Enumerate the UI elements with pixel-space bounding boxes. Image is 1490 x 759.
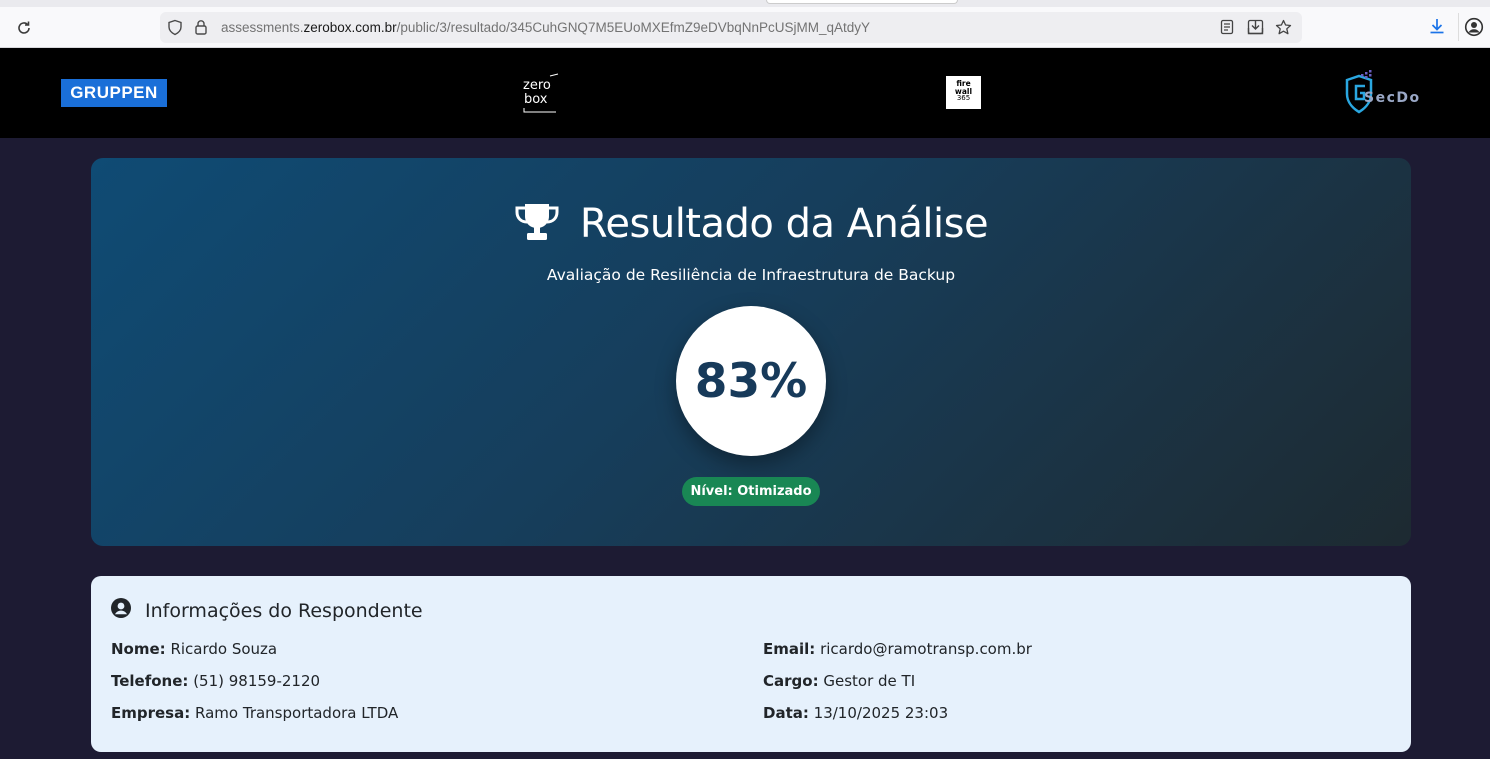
gruppen-logo[interactable]: GRUPPEN (61, 79, 167, 107)
url-path: /public/3/resultado/345CuhGNQ7M5EUoMXEfm… (396, 20, 871, 35)
role-label: Cargo: (763, 672, 819, 690)
secdo-logo[interactable]: SecDo (1344, 68, 1434, 118)
score-value: 83% (694, 353, 808, 409)
phone-value: (51) 98159-2120 (193, 672, 321, 690)
save-page-icon[interactable] (1246, 18, 1264, 36)
name-value: Ricardo Souza (170, 640, 278, 658)
shield-icon[interactable] (167, 19, 183, 41)
result-subtitle: Avaliação de Resiliência de Infraestrutu… (546, 266, 956, 284)
site-header: GRUPPEN zero box fire wall 365 SecDo (0, 48, 1490, 138)
company-value: Ramo Transportadora LTDA (195, 704, 399, 722)
respondent-info-header: Informações do Respondente (111, 598, 423, 623)
date-value: 13/10/2025 23:03 (813, 704, 949, 722)
respondent-info-title: Informações do Respondente (145, 599, 423, 622)
active-tab-edge[interactable] (766, 0, 958, 4)
firewall-logo-line3: 365 (956, 94, 971, 102)
result-title: Resultado da Análise (579, 201, 989, 247)
date-field: Data: 13/10/2025 23:03 (763, 704, 948, 722)
result-title-row: Resultado da Análise (91, 198, 1411, 250)
company-label: Empresa: (111, 704, 191, 722)
name-label: Nome: (111, 640, 166, 658)
secdo-logo-text: SecDo (1364, 90, 1421, 106)
lock-icon[interactable] (194, 19, 208, 41)
phone-field: Telefone: (51) 98159-2120 (111, 672, 320, 690)
company-field: Empresa: Ramo Transportadora LTDA (111, 704, 398, 722)
respondent-info-card: Informações do Respondente Nome: Ricardo… (91, 576, 1411, 752)
reader-view-icon[interactable] (1218, 18, 1236, 36)
zerobox-logo[interactable]: zero box (520, 72, 560, 114)
toolbar-separator (1458, 13, 1459, 41)
url-prefix: assessments. (221, 20, 304, 35)
url-domain: zerobox.com.br (303, 20, 397, 35)
date-label: Data: (763, 704, 809, 722)
user-circle-icon (111, 598, 131, 623)
firewall365-logo[interactable]: fire wall 365 (946, 76, 981, 109)
role-value: Gestor de TI (823, 672, 916, 690)
score-circle: 83% (676, 306, 826, 456)
reload-icon[interactable] (12, 16, 36, 40)
browser-toolbar: assessments.zerobox.com.br/public/3/resu… (0, 0, 1490, 48)
account-icon[interactable] (1464, 17, 1484, 37)
url-text[interactable]: assessments.zerobox.com.br/public/3/resu… (221, 20, 870, 35)
email-value: ricardo@ramotransp.com.br (820, 640, 1032, 658)
tab-strip (0, 0, 1490, 7)
level-badge: Nível: Otimizado (682, 477, 820, 506)
result-card: Resultado da Análise Avaliação de Resili… (91, 158, 1411, 546)
download-icon[interactable] (1428, 17, 1448, 37)
zerobox-logo-line1: zero (523, 78, 551, 93)
role-field: Cargo: Gestor de TI (763, 672, 915, 690)
phone-label: Telefone: (111, 672, 189, 690)
bookmark-star-icon[interactable] (1274, 18, 1292, 36)
gruppen-logo-text: GRUPPEN (70, 83, 158, 102)
zerobox-logo-line2: box (524, 92, 548, 107)
email-label: Email: (763, 640, 816, 658)
email-field: Email: ricardo@ramotransp.com.br (763, 640, 1032, 658)
trophy-icon (514, 202, 560, 247)
name-field: Nome: Ricardo Souza (111, 640, 277, 658)
address-bar[interactable]: assessments.zerobox.com.br/public/3/resu… (160, 12, 1302, 43)
